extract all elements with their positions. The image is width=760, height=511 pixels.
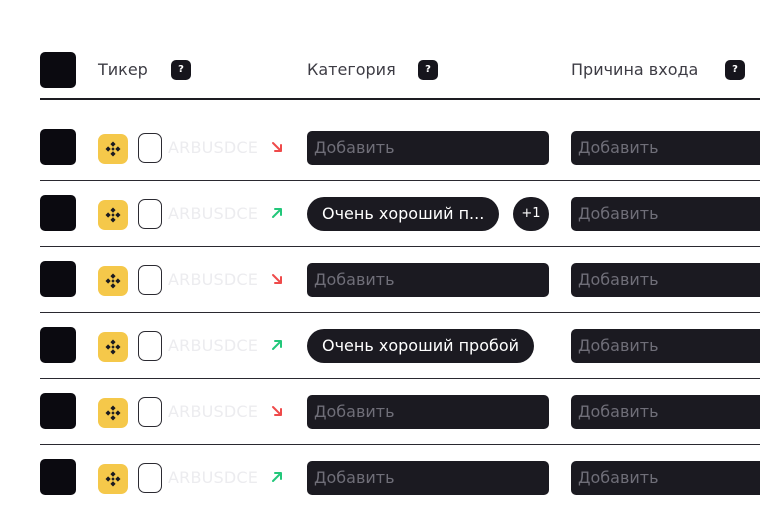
favorite-toggle[interactable]: [138, 397, 162, 427]
category-help-icon[interactable]: ?: [418, 60, 438, 80]
select-all-checkbox[interactable]: [40, 52, 76, 88]
row-select-checkbox[interactable]: [40, 195, 76, 231]
favorite-toggle[interactable]: [138, 463, 162, 493]
ticker-symbol: ARBUSDCE: [168, 336, 259, 355]
arrow-down-right-icon: [272, 142, 282, 152]
table-row[interactable]: ARBUSDCE Добавить Добавить: [0, 445, 760, 511]
ticker-symbol: ARBUSDCE: [168, 270, 259, 289]
ticker-symbol: ARBUSDCE: [168, 204, 259, 223]
binance-icon: [98, 266, 128, 296]
reason-add-field[interactable]: Добавить: [571, 263, 760, 297]
category-add-field[interactable]: Добавить: [307, 263, 549, 297]
more-categories-badge[interactable]: +1: [513, 197, 549, 231]
ticker-symbol: ARBUSDCE: [168, 468, 259, 487]
favorite-toggle[interactable]: [138, 331, 162, 361]
reason-add-field[interactable]: Добавить: [571, 131, 760, 165]
binance-icon: [98, 134, 128, 164]
binance-icon: [98, 200, 128, 230]
table-header: Тикер ? Категория ? Причина входа ?: [0, 0, 760, 100]
row-select-checkbox[interactable]: [40, 327, 76, 363]
row-select-checkbox[interactable]: [40, 261, 76, 297]
arrow-down-right-icon: [272, 406, 282, 416]
category-tag[interactable]: Очень хороший п...: [307, 197, 500, 231]
reason-add-field[interactable]: Добавить: [571, 197, 760, 231]
category-add-field[interactable]: Добавить: [307, 395, 549, 429]
favorite-toggle[interactable]: [138, 265, 162, 295]
column-header-reason: Причина входа: [571, 60, 699, 79]
ticker-symbol: ARBUSDCE: [168, 402, 259, 421]
table-row[interactable]: ARBUSDCE Добавить Добавить: [0, 247, 760, 313]
binance-icon: [98, 398, 128, 428]
table-row[interactable]: ARBUSDCE Очень хороший пробой Добавить: [0, 313, 760, 379]
reason-add-field[interactable]: Добавить: [571, 395, 760, 429]
row-select-checkbox[interactable]: [40, 393, 76, 429]
arrow-up-right-icon: [272, 340, 282, 350]
favorite-toggle[interactable]: [138, 199, 162, 229]
arrow-up-right-icon: [272, 208, 282, 218]
row-select-checkbox[interactable]: [40, 129, 76, 165]
category-tag[interactable]: Очень хороший пробой: [307, 329, 535, 363]
column-header-ticker: Тикер: [98, 60, 148, 79]
table-row[interactable]: ARBUSDCE Добавить Добавить: [0, 115, 760, 181]
arrow-up-right-icon: [272, 472, 282, 482]
binance-icon: [98, 332, 128, 362]
table-row[interactable]: ARBUSDCE Добавить Добавить: [0, 379, 760, 445]
arrow-down-right-icon: [272, 274, 282, 284]
ticker-help-icon[interactable]: ?: [171, 60, 191, 80]
table-row[interactable]: ARBUSDCE Очень хороший п... +1 Добавить: [0, 181, 760, 247]
column-header-category: Категория: [307, 60, 396, 79]
ticker-symbol: ARBUSDCE: [168, 138, 259, 157]
reason-help-icon[interactable]: ?: [725, 60, 745, 80]
reason-add-field[interactable]: Добавить: [571, 329, 760, 363]
category-add-field[interactable]: Добавить: [307, 131, 549, 165]
favorite-toggle[interactable]: [138, 133, 162, 163]
header-divider: [40, 98, 760, 100]
